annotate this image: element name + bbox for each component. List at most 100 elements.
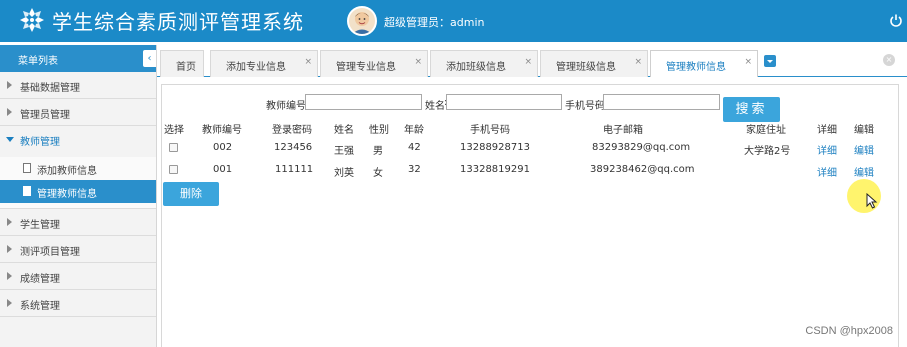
tab-label: 管理专业信息 <box>336 62 396 73</box>
chevron-right-icon <box>7 108 12 116</box>
name-input[interactable] <box>446 94 562 110</box>
column-header: 教师编号 <box>202 125 242 136</box>
tab-menu-dropdown-icon[interactable] <box>764 55 776 67</box>
close-icon[interactable]: × <box>414 57 422 67</box>
snowflake-logo-icon <box>20 8 44 32</box>
chevron-right-icon <box>7 299 12 307</box>
detail-link[interactable]: 详细 <box>817 164 837 179</box>
watermark: CSDN @hpx2008 <box>805 325 893 337</box>
user-face-icon <box>352 12 372 34</box>
address-cell: 大学路2号 <box>744 146 791 157</box>
app-title: 学生综合素质测评管理系统 <box>52 10 304 34</box>
sidebar-item-label: 测评项目管理 <box>20 247 80 258</box>
chevron-right-icon <box>7 272 12 280</box>
edit-link[interactable]: 编辑 <box>854 164 874 179</box>
detail-link[interactable]: 详细 <box>817 142 837 157</box>
close-all-tabs-icon[interactable]: × <box>883 54 895 66</box>
collapse-sidebar-button[interactable]: ‹ <box>143 50 156 67</box>
email-cell: 83293829@qq.com <box>592 142 691 153</box>
phone-input[interactable] <box>603 94 720 110</box>
row-checkbox[interactable] <box>169 143 178 152</box>
tab-bar: 首页 添加专业信息 × 管理专业信息 × 添加班级信息 × 管理班级信息 × 管… <box>157 45 907 78</box>
close-icon[interactable]: × <box>634 57 642 67</box>
document-icon <box>23 163 31 173</box>
chevron-right-icon <box>7 218 12 226</box>
tab-label: 管理教师信息 <box>666 62 726 73</box>
tab-label: 管理班级信息 <box>556 62 616 73</box>
sidebar-item-system[interactable]: 系统管理 <box>0 290 156 317</box>
table-row: 002 123456 王强 男 42 13288928713 83293829@… <box>162 139 900 159</box>
sidebar: 菜单列表 ‹ 基础数据管理 管理员管理 教师管理 添加教师信息 管理教师信息 学… <box>0 45 157 347</box>
table-header-row: 选择 教师编号 登录密码 姓名 性别 年龄 手机号码 电子邮箱 家庭住址 详细 … <box>162 118 900 138</box>
sidebar-item-scores[interactable]: 成绩管理 <box>0 263 156 290</box>
teacher-id-input[interactable] <box>305 94 422 110</box>
column-header: 手机号码 <box>470 125 510 136</box>
tab-add-class[interactable]: 添加班级信息 × <box>430 50 538 77</box>
close-icon[interactable]: × <box>744 57 752 67</box>
phone-cell: 13328819291 <box>460 164 530 175</box>
avatar[interactable] <box>347 6 377 36</box>
email-cell: 389238462@qq.com <box>590 164 695 175</box>
sidebar-subitem-label: 管理教师信息 <box>37 189 97 200</box>
tab-label: 添加专业信息 <box>226 62 286 73</box>
teacher-id-cell: 001 <box>213 164 233 175</box>
chevron-right-icon <box>7 81 12 89</box>
sidebar-subitem-add-teacher[interactable]: 添加教师信息 <box>0 157 156 180</box>
age-cell: 42 <box>408 142 421 153</box>
name-cell: 王强 <box>334 146 354 157</box>
close-icon[interactable]: × <box>524 57 532 67</box>
teacher-management-panel: 教师编号 姓名 : 手机号码 : 搜索 选择 教师编号 登录密码 姓名 性别 年… <box>161 84 899 347</box>
tab-label: 首页 <box>176 62 196 73</box>
search-form: 教师编号 姓名 : 手机号码 : 搜索 <box>162 93 900 122</box>
gender-cell: 男 <box>373 146 383 157</box>
sidebar-item-label: 教师管理 <box>20 137 60 148</box>
sidebar-item-label: 管理员管理 <box>20 110 70 121</box>
phone-cell: 13288928713 <box>460 142 530 153</box>
sidebar-item-label: 系统管理 <box>20 301 60 312</box>
teacher-id-label: 教师编号 <box>266 101 306 112</box>
sidebar-item-basic-data[interactable]: 基础数据管理 <box>0 72 156 99</box>
sidebar-subitem-manage-teacher[interactable]: 管理教师信息 <box>0 180 156 203</box>
sidebar-item-admins[interactable]: 管理员管理 <box>0 99 156 126</box>
age-cell: 32 <box>408 164 421 175</box>
tab-manage-major[interactable]: 管理专业信息 × <box>320 50 428 77</box>
column-header: 编辑 <box>854 125 874 136</box>
column-header: 姓名 <box>334 125 354 136</box>
name-label: 姓名 <box>425 101 445 112</box>
name-cell: 刘英 <box>334 168 354 179</box>
sidebar-item-label: 基础数据管理 <box>20 83 80 94</box>
sidebar-title: 菜单列表 <box>18 56 58 67</box>
column-header: 详细 <box>817 125 837 136</box>
sidebar-item-label: 成绩管理 <box>20 274 60 285</box>
tab-manage-teacher[interactable]: 管理教师信息 × <box>650 50 758 78</box>
tab-home[interactable]: 首页 <box>160 50 204 77</box>
column-header: 家庭住址 <box>746 125 786 136</box>
row-checkbox[interactable] <box>169 165 178 174</box>
column-header: 年龄 <box>404 125 424 136</box>
tab-add-major[interactable]: 添加专业信息 × <box>210 50 318 77</box>
tab-label: 添加班级信息 <box>446 62 506 73</box>
column-header: 选择 <box>164 125 184 136</box>
teacher-id-cell: 002 <box>213 142 233 153</box>
sidebar-item-label: 学生管理 <box>20 220 60 231</box>
sidebar-subitem-label: 添加教师信息 <box>37 166 97 177</box>
app-header: 学生综合素质测评管理系统 超级管理员：admin <box>0 0 907 42</box>
close-icon[interactable]: × <box>304 57 312 67</box>
password-cell: 123456 <box>274 142 313 153</box>
sidebar-item-students[interactable]: 学生管理 <box>0 209 156 236</box>
tab-manage-class[interactable]: 管理班级信息 × <box>540 50 648 77</box>
gender-cell: 女 <box>373 168 383 179</box>
column-header: 登录密码 <box>272 125 312 136</box>
column-header: 电子邮箱 <box>603 125 643 136</box>
power-icon[interactable] <box>889 13 903 27</box>
delete-button[interactable]: 删除 <box>163 182 219 206</box>
current-user-label: 超级管理员：admin <box>384 16 485 29</box>
chevron-down-icon <box>6 137 14 142</box>
password-cell: 111111 <box>275 164 314 175</box>
table-row: 001 111111 刘英 女 32 13328819291 389238462… <box>162 161 900 181</box>
document-icon <box>23 186 31 196</box>
column-header: 性别 <box>369 125 389 136</box>
edit-link[interactable]: 编辑 <box>854 142 874 157</box>
sidebar-item-teachers[interactable]: 教师管理 <box>0 126 156 153</box>
sidebar-item-evaluation[interactable]: 测评项目管理 <box>0 236 156 263</box>
